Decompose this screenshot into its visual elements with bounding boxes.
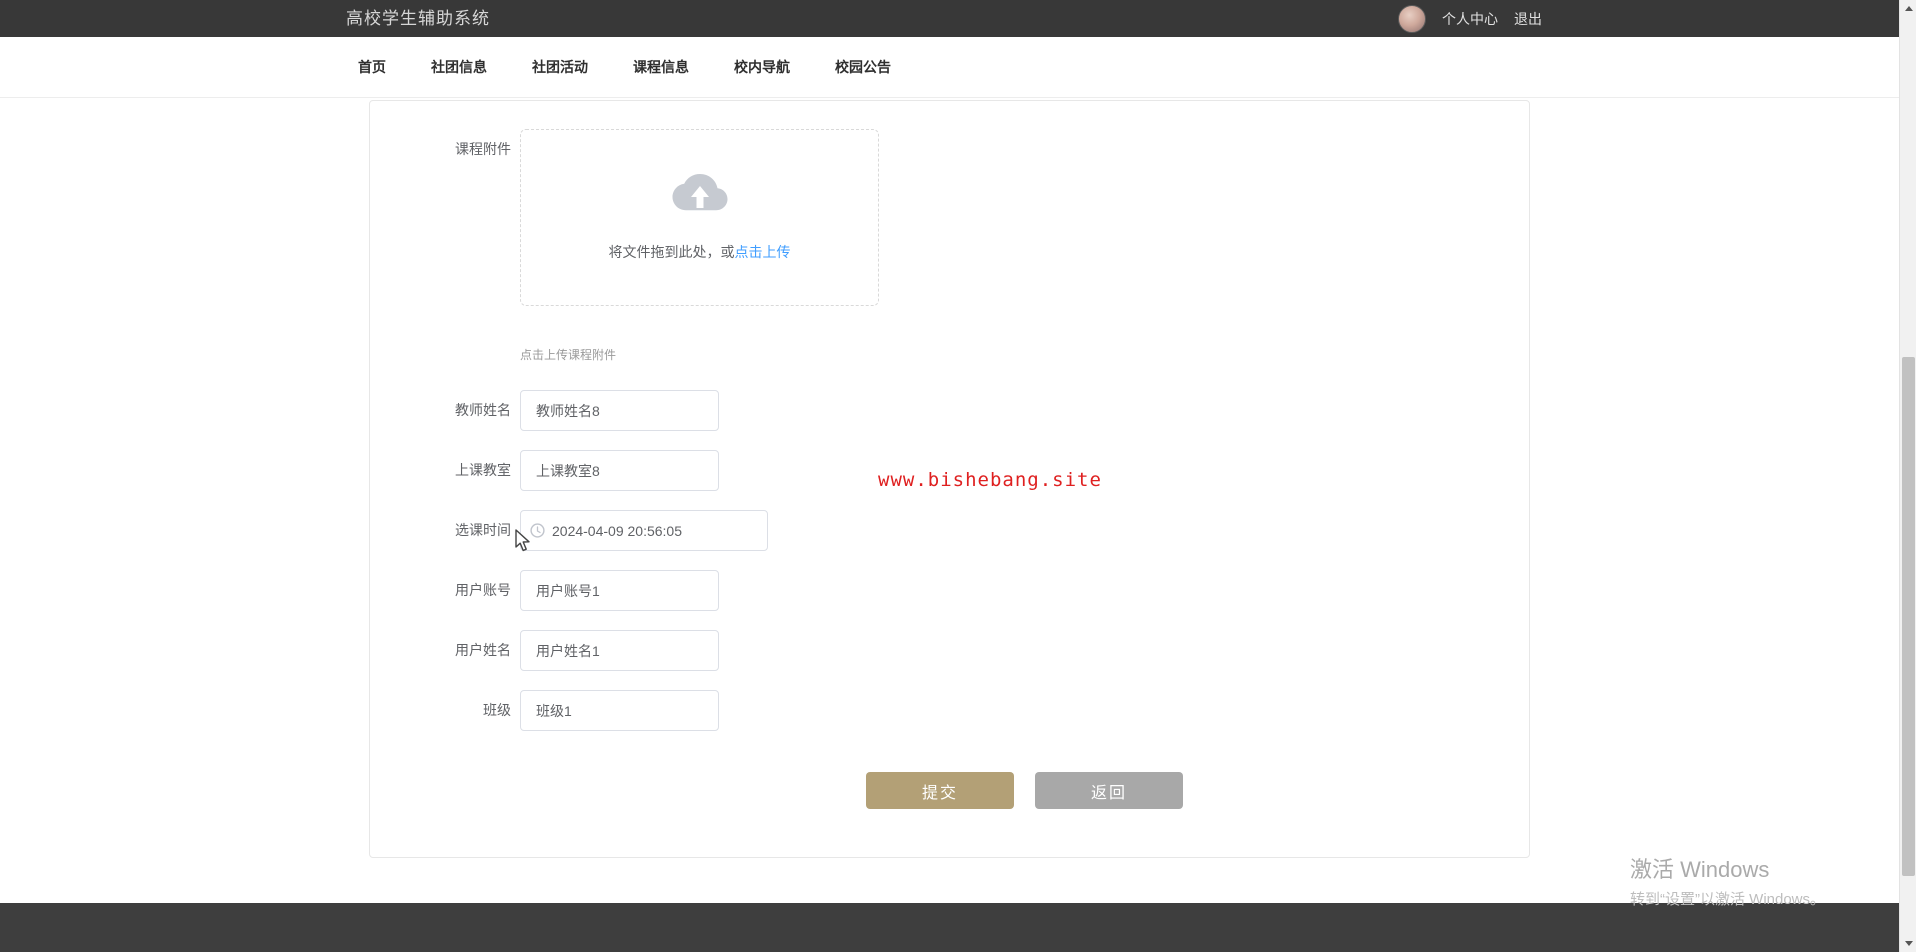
back-button[interactable]: 返回 [1035, 772, 1183, 809]
form-row-class: 班级 [370, 690, 1529, 731]
nav-item-campus-nav[interactable]: 校内导航 [734, 57, 790, 77]
form-card: 课程附件 将文件拖到此处，或点击上传 点击上传课程附件 教师姓名 上课教室 选课… [369, 100, 1530, 858]
avatar[interactable] [1398, 4, 1426, 33]
classroom-label: 上课教室 [455, 462, 511, 478]
app-title: 高校学生辅助系统 [346, 9, 490, 28]
nav-item-club-activity[interactable]: 社团活动 [532, 57, 588, 77]
form-row-teacher-name: 教师姓名 [370, 390, 1529, 431]
clock-icon [530, 523, 545, 538]
windows-activation-title: 激活 Windows [1630, 857, 1770, 882]
logout-link[interactable]: 退出 [1514, 9, 1542, 29]
cloud-upload-icon [672, 174, 727, 211]
scroll-down-arrow[interactable] [1900, 935, 1916, 952]
page: 高校学生辅助系统 个人中心 退出 首页 社团信息 社团活动 课程信息 校内导航 … [0, 0, 1916, 952]
windows-activation-watermark: 激活 Windows 转到“设置”以激活 Windows。 [1630, 852, 1825, 909]
user-name-label: 用户姓名 [455, 642, 511, 658]
upload-field-label: 课程附件 [455, 141, 511, 157]
nav-item-home[interactable]: 首页 [358, 57, 386, 77]
site-watermark: www.bishebang.site [878, 469, 1102, 491]
upload-click-link[interactable]: 点击上传 [735, 244, 791, 260]
selection-time-input[interactable]: 2024-04-09 20:56:05 [520, 510, 768, 551]
upload-drag-text: 将文件拖到此处，或点击上传 [521, 242, 878, 262]
selection-time-label: 选课时间 [455, 522, 511, 538]
upload-hint: 点击上传课程附件 [520, 348, 617, 362]
navbar: 首页 社团信息 社团活动 课程信息 校内导航 校园公告 [0, 37, 1899, 98]
scrollbar-thumb[interactable] [1902, 357, 1915, 876]
classroom-input[interactable] [520, 450, 719, 491]
form-row-user-account: 用户账号 [370, 570, 1529, 611]
form-row-user-name: 用户姓名 [370, 630, 1529, 671]
teacher-name-label: 教师姓名 [455, 402, 511, 418]
class-input[interactable] [520, 690, 719, 731]
nav-item-campus-notice[interactable]: 校园公告 [835, 57, 891, 77]
nav-item-course-info[interactable]: 课程信息 [633, 57, 689, 77]
user-name-input[interactable] [520, 630, 719, 671]
user-center-link[interactable]: 个人中心 [1442, 9, 1498, 29]
teacher-name-input[interactable] [520, 390, 719, 431]
user-account-input[interactable] [520, 570, 719, 611]
scrollbar[interactable] [1899, 0, 1916, 952]
topbar-user-area: 个人中心 退出 [1398, 0, 1542, 37]
scroll-up-arrow[interactable] [1900, 0, 1916, 17]
form-row-selection-time: 选课时间 2024-04-09 20:56:05 [370, 510, 1529, 551]
selection-time-value: 2024-04-09 20:56:05 [552, 522, 682, 539]
class-label: 班级 [483, 702, 511, 718]
upload-drag-text-plain: 将文件拖到此处，或 [608, 244, 735, 260]
footer [0, 903, 1899, 952]
user-account-label: 用户账号 [455, 582, 511, 598]
submit-button[interactable]: 提交 [866, 772, 1014, 809]
topbar: 高校学生辅助系统 个人中心 退出 [0, 0, 1899, 37]
upload-dropzone[interactable]: 将文件拖到此处，或点击上传 [520, 129, 879, 306]
nav-item-club-info[interactable]: 社团信息 [431, 57, 487, 77]
